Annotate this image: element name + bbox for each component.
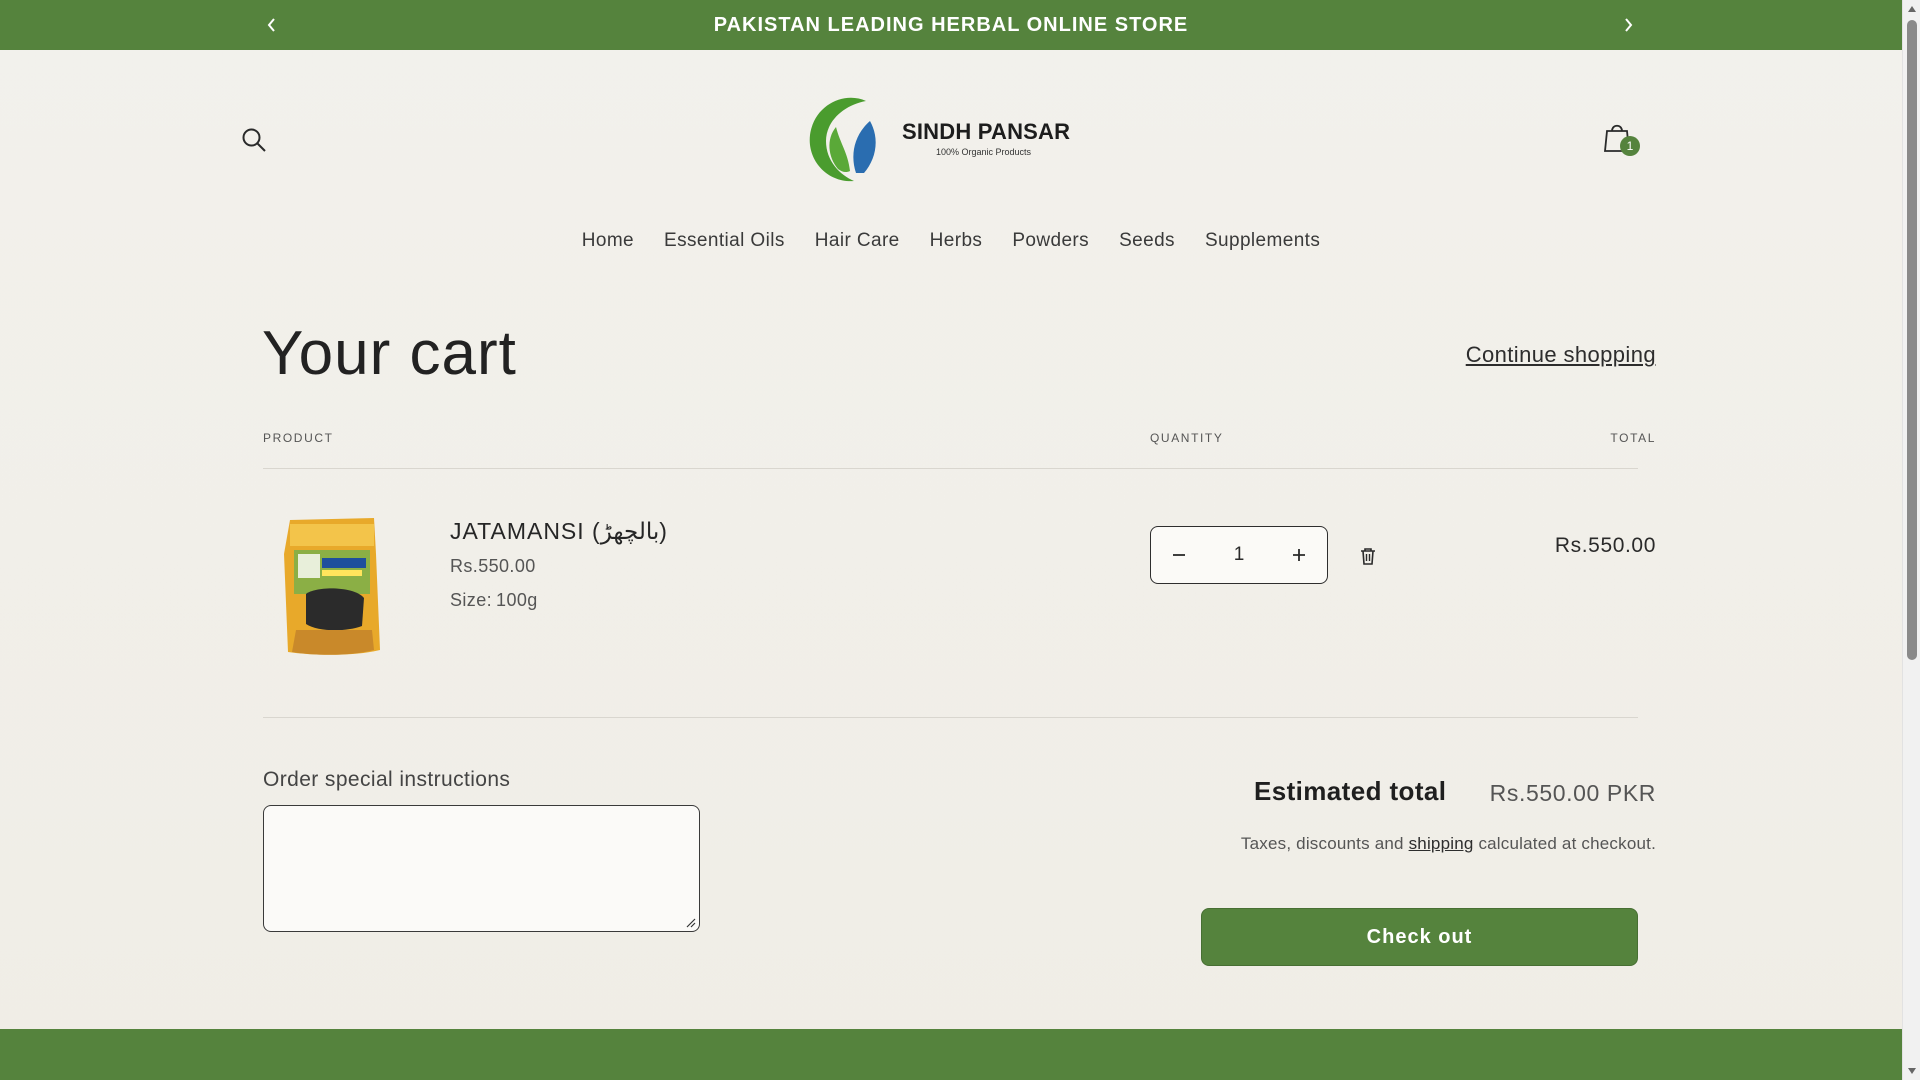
item-size-value: 100g: [496, 590, 538, 610]
plus-icon: [1293, 549, 1305, 561]
page-title: Your cart: [262, 319, 517, 388]
triangle-down-icon: [1908, 1068, 1916, 1074]
remove-item-button[interactable]: [1352, 540, 1384, 572]
logo-name: SINDH PANSAR: [902, 119, 1071, 144]
instructions-textarea[interactable]: [263, 805, 700, 932]
scroll-down-button[interactable]: [1903, 1062, 1920, 1080]
nav-item-powders[interactable]: Powders: [997, 226, 1104, 256]
nav-item-essential-oils[interactable]: Essential Oils: [649, 226, 800, 256]
announcement-next-button[interactable]: [1608, 0, 1648, 50]
checkout-button[interactable]: Check out: [1201, 908, 1638, 966]
column-header-total: TOTAL: [1610, 431, 1656, 445]
main-nav: Home Essential Oils Hair Care Herbs Powd…: [0, 226, 1902, 256]
decrease-quantity-button[interactable]: [1151, 527, 1207, 583]
nav-item-home[interactable]: Home: [567, 226, 649, 256]
announcement-text: PAKISTAN LEADING HERBAL ONLINE STORE: [713, 13, 1189, 36]
item-size-label: Size:: [450, 590, 493, 610]
nav-item-hair-care[interactable]: Hair Care: [800, 226, 915, 256]
scroll-up-button[interactable]: [1903, 0, 1920, 18]
tax-note-text-end: calculated at checkout.: [1473, 834, 1656, 853]
tax-note: Taxes, discounts and shipping calculated…: [1236, 832, 1656, 856]
announcement-bar: PAKISTAN LEADING HERBAL ONLINE STORE: [0, 0, 1902, 50]
item-line-total: Rs.550.00: [1554, 534, 1656, 557]
resize-grip-icon[interactable]: [686, 918, 696, 928]
scrollbar-thumb[interactable]: [1907, 20, 1917, 660]
column-header-quantity: QUANTITY: [1150, 431, 1224, 445]
increase-quantity-button[interactable]: [1271, 527, 1327, 583]
column-header-product: PRODUCT: [263, 431, 334, 445]
product-image[interactable]: [276, 514, 388, 658]
chevron-left-icon: [267, 18, 275, 32]
page-scrollbar[interactable]: [1902, 0, 1920, 1080]
continue-shopping-link[interactable]: Continue shopping: [1466, 342, 1656, 368]
nav-item-seeds[interactable]: Seeds: [1104, 226, 1190, 256]
quantity-input[interactable]: [1214, 544, 1264, 566]
store-logo[interactable]: SINDH PANSAR 100% Organic Products: [804, 90, 1074, 186]
item-name[interactable]: JATAMANSI (بالچھڑ): [450, 518, 668, 545]
divider: [263, 717, 1638, 718]
minus-icon: [1173, 554, 1185, 556]
quantity-stepper: [1150, 526, 1328, 584]
leaf-logo-icon: [809, 97, 876, 182]
divider: [263, 468, 1638, 469]
tax-note-text: Taxes, discounts and: [1240, 834, 1409, 853]
instructions-label: Order special instructions: [263, 768, 511, 791]
search-button[interactable]: [234, 120, 274, 160]
product-pouch-image: [284, 518, 380, 655]
estimated-total-value: Rs.550.00 PKR: [1489, 780, 1656, 806]
nav-item-supplements[interactable]: Supplements: [1190, 226, 1335, 256]
trash-icon: [1361, 548, 1375, 565]
footer-bar: [0, 1029, 1902, 1080]
triangle-up-icon: [1908, 6, 1916, 12]
search-icon: [242, 128, 266, 152]
announcement-prev-button[interactable]: [252, 0, 292, 50]
item-size: Size: 100g: [450, 590, 538, 611]
shipping-link[interactable]: shipping: [1409, 834, 1474, 853]
logo-tagline: 100% Organic Products: [936, 147, 1032, 157]
estimated-total-label: Estimated total: [1254, 776, 1447, 806]
cart-count-badge: 1: [1620, 136, 1640, 156]
cart-button[interactable]: 1: [1594, 114, 1640, 160]
chevron-right-icon: [1625, 18, 1633, 32]
item-unit-price: Rs.550.00: [450, 556, 536, 576]
nav-item-herbs[interactable]: Herbs: [915, 226, 998, 256]
